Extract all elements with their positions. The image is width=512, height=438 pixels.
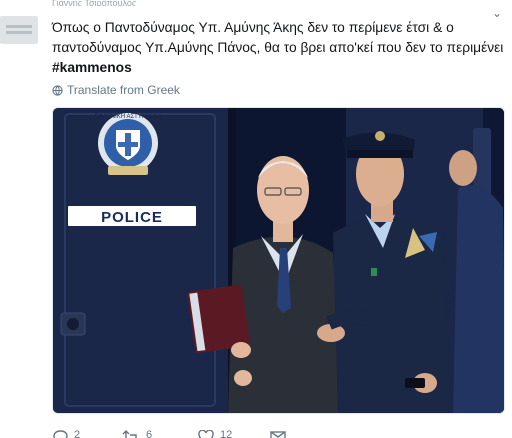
tweet-photo[interactable]: ΕΛΛΗΝΙΚΗ ΑΣΤΥΝΟΜΙΑ POLICE xyxy=(52,107,505,414)
police-sign-text: POLICE xyxy=(101,209,163,226)
translate-label: Translate from Greek xyxy=(67,83,180,97)
direct-message-button[interactable] xyxy=(270,430,286,438)
heart-icon xyxy=(198,430,214,438)
translate-button[interactable]: Translate from Greek xyxy=(52,83,180,97)
author-name[interactable]: Γιάννης Τσιρόπουλος xyxy=(52,0,272,6)
reply-button[interactable]: 2 xyxy=(52,430,80,438)
hashtag-link[interactable]: #kammenos xyxy=(52,58,504,78)
like-button[interactable]: 12 xyxy=(198,430,232,438)
envelope-icon xyxy=(270,431,286,438)
tweet-text: Όπως ο Παντοδύναμος Υπ. Αμύνης Άκης δεν … xyxy=(52,18,504,78)
tweet-actions: 2 6 12 xyxy=(52,428,452,438)
emblem-text: ΕΛΛΗΝΙΚΗ ΑΣΤΥΝΟΜΙΑ xyxy=(94,114,161,120)
photo-image: ΕΛΛΗΝΙΚΗ ΑΣΤΥΝΟΜΙΑ POLICE xyxy=(53,108,504,413)
globe-icon xyxy=(52,84,63,96)
retweet-icon xyxy=(122,430,137,438)
reply-icon xyxy=(53,430,68,438)
retweet-count: 6 xyxy=(146,429,153,438)
reply-count: 2 xyxy=(74,429,81,438)
like-count: 12 xyxy=(220,429,233,438)
user-avatar[interactable] xyxy=(0,16,38,44)
tweet-body: Όπως ο Παντοδύναμος Υπ. Αμύνης Άκης δεν … xyxy=(52,20,504,55)
retweet-button[interactable]: 6 xyxy=(122,430,152,438)
